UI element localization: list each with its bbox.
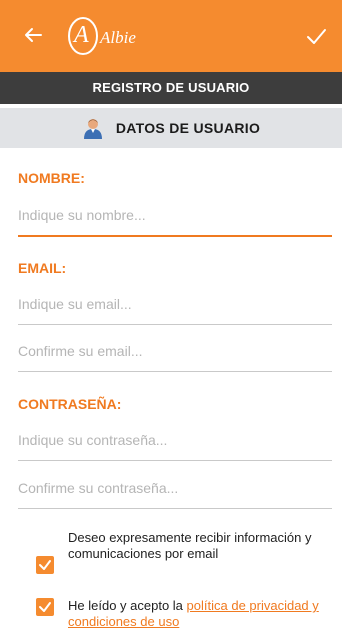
name-label: NOMBRE:: [18, 170, 85, 186]
checkmark-icon: [39, 602, 51, 612]
logo-mark: A: [74, 22, 89, 48]
privacy-checkbox[interactable]: [36, 598, 54, 616]
back-button[interactable]: [22, 24, 44, 46]
name-input[interactable]: [18, 195, 332, 237]
privacy-consent-text: He leído y acepto la política de privaci…: [68, 598, 332, 630]
email-input[interactable]: [18, 284, 332, 325]
password-input[interactable]: [18, 420, 332, 461]
privacy-consent-prefix: He leído y acepto la: [68, 598, 187, 613]
section-title: DATOS DE USUARIO: [115, 120, 261, 136]
check-icon: [307, 29, 326, 44]
arrow-left-icon: [25, 28, 42, 42]
confirm-button[interactable]: [304, 24, 328, 48]
password-confirm-input[interactable]: [18, 468, 332, 509]
user-avatar-icon: [83, 119, 102, 139]
albie-logo: A Albie: [66, 12, 176, 60]
marketing-consent-text: Deseo expresamente recibir información y…: [68, 530, 312, 561]
logo-text: Albie: [100, 28, 136, 47]
section-header: DATOS DE USUARIO: [0, 108, 342, 148]
marketing-checkbox[interactable]: [36, 556, 54, 574]
email-confirm-input[interactable]: [18, 331, 332, 372]
app-bar: A Albie: [0, 0, 342, 72]
email-label: EMAIL:: [18, 260, 67, 276]
checkmark-icon: [39, 560, 51, 570]
password-label: CONTRASEÑA:: [18, 396, 122, 412]
page-title: REGISTRO DE USUARIO: [0, 72, 342, 104]
